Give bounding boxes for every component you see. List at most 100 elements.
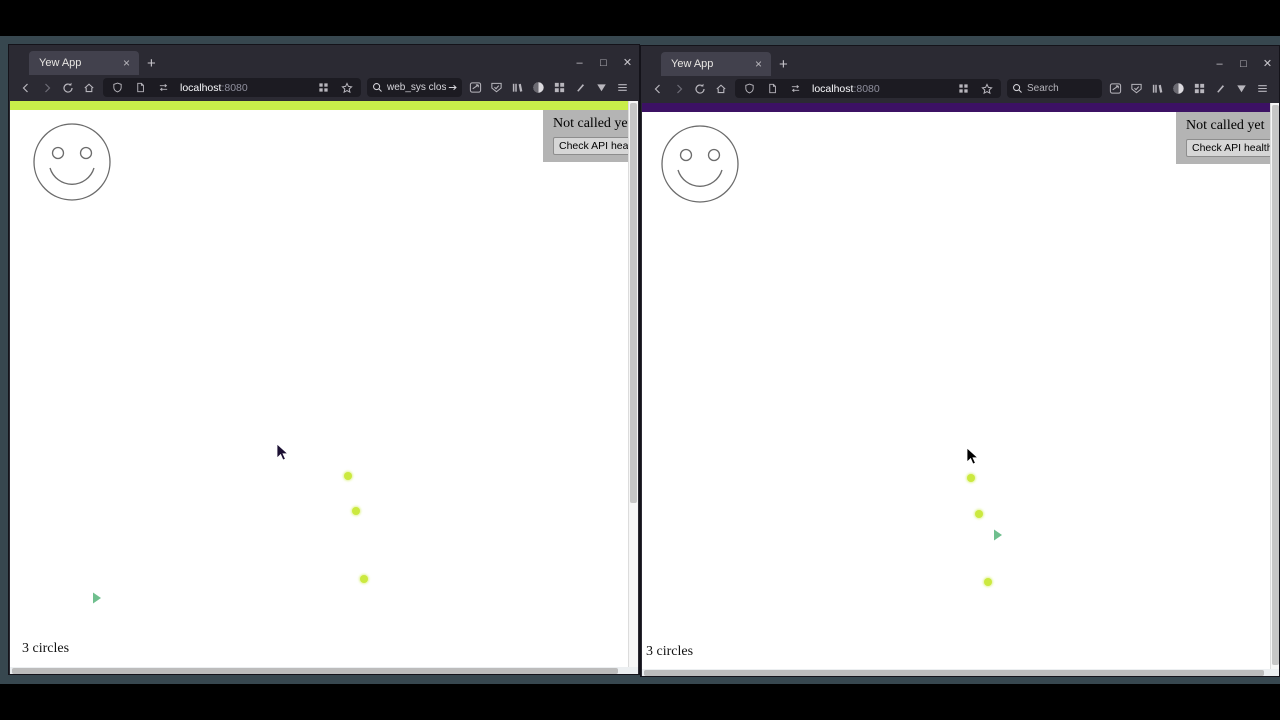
arrow-right-icon[interactable] xyxy=(446,82,458,94)
circle-dot[interactable] xyxy=(360,575,368,583)
circle-dot[interactable] xyxy=(975,510,983,518)
maximize-button[interactable]: □ xyxy=(598,58,609,69)
circle-dot[interactable] xyxy=(967,474,975,482)
vimium-icon[interactable] xyxy=(1231,78,1252,99)
vertical-scrollbar-thumb[interactable] xyxy=(630,103,637,503)
search-input[interactable]: Search xyxy=(1027,83,1098,94)
close-icon[interactable]: × xyxy=(752,58,765,70)
connection-icon[interactable] xyxy=(785,78,806,99)
navigation-toolbar-right: localhost:8080 Search xyxy=(641,76,1279,101)
page-icon[interactable] xyxy=(130,77,151,98)
extensions-icon[interactable] xyxy=(549,77,570,98)
api-status-text: Not called yet xyxy=(553,116,632,131)
smiley-face-icon xyxy=(28,118,116,211)
navigation-toolbar-left: localhost:8080 web_sys clos xyxy=(9,75,639,100)
horizontal-scrollbar-thumb[interactable] xyxy=(644,670,1264,676)
back-arrow-icon[interactable] xyxy=(15,77,36,98)
browser-window-right: Yew App × + – □ ✕ localhost:8080 Search … xyxy=(640,45,1280,677)
home-icon[interactable] xyxy=(78,77,99,98)
vimium-icon[interactable] xyxy=(591,77,612,98)
horizontal-scrollbar-right[interactable] xyxy=(642,669,1279,676)
library-icon[interactable] xyxy=(507,77,528,98)
search-icon xyxy=(1011,83,1023,95)
vertical-scrollbar-thumb[interactable] xyxy=(1272,105,1279,665)
hamburger-menu-icon[interactable] xyxy=(1252,78,1273,99)
search-input[interactable]: web_sys clos xyxy=(387,82,446,93)
url-port: :8080 xyxy=(853,82,880,95)
close-icon[interactable]: × xyxy=(120,57,133,69)
new-tab-button[interactable]: + xyxy=(779,57,788,72)
close-window-button[interactable]: ✕ xyxy=(622,58,633,69)
hamburger-menu-icon[interactable] xyxy=(612,77,633,98)
vertical-scrollbar-left[interactable] xyxy=(628,101,638,667)
star-icon[interactable] xyxy=(336,77,357,98)
shield-icon[interactable] xyxy=(107,77,128,98)
circle-dot[interactable] xyxy=(984,578,992,586)
tab-title: Yew App xyxy=(39,57,82,69)
shield-check-icon[interactable] xyxy=(1126,78,1147,99)
shield-check-icon[interactable] xyxy=(486,77,507,98)
check-api-health-button[interactable]: Check API health xyxy=(1186,139,1279,157)
tab-title: Yew App xyxy=(671,58,714,70)
api-health-panel-right: Not called yet Check API health xyxy=(1176,112,1279,164)
url-host: localhost xyxy=(180,81,222,94)
pointer-arrow-cursor xyxy=(966,447,980,467)
forward-arrow-icon[interactable] xyxy=(36,77,57,98)
close-window-button[interactable]: ✕ xyxy=(1262,59,1273,70)
star-icon[interactable] xyxy=(976,78,997,99)
api-health-panel-left: Not called yet Check API health xyxy=(543,110,638,162)
home-icon[interactable] xyxy=(710,78,731,99)
horizontal-scrollbar-thumb[interactable] xyxy=(12,668,618,674)
forward-arrow-icon[interactable] xyxy=(668,78,689,99)
search-bar-left[interactable]: web_sys clos xyxy=(367,78,462,97)
url-text: localhost:8080 xyxy=(180,82,311,94)
address-bar-right[interactable]: localhost:8080 xyxy=(735,79,1001,98)
circle-dot[interactable] xyxy=(344,472,352,480)
minimize-button[interactable]: – xyxy=(574,58,585,69)
address-bar-left[interactable]: localhost:8080 xyxy=(103,78,361,97)
play-triangle-cursor xyxy=(992,528,1004,542)
maximize-button[interactable]: □ xyxy=(1238,59,1249,70)
tab-yew-app-left[interactable]: Yew App × xyxy=(29,51,139,75)
browser-window-left: Yew App × + – □ ✕ localhost:8080 web_sys… xyxy=(8,44,640,675)
reload-icon[interactable] xyxy=(57,77,78,98)
search-icon xyxy=(371,82,383,94)
pointer-arrow-cursor xyxy=(276,443,290,463)
play-triangle-cursor xyxy=(91,591,103,605)
shield-icon[interactable] xyxy=(739,78,760,99)
circle-count-status-left: 3 circles xyxy=(22,641,70,656)
new-tab-button[interactable]: + xyxy=(147,56,156,71)
account-circle-icon[interactable] xyxy=(528,77,549,98)
url-text: localhost:8080 xyxy=(812,83,951,95)
page-viewport-left: Not called yet Check API health 3 circle… xyxy=(10,101,638,674)
minimize-button[interactable]: – xyxy=(1214,59,1225,70)
title-bar-left: Yew App × + – □ ✕ xyxy=(9,45,639,75)
pick-tool-icon[interactable] xyxy=(1210,78,1231,99)
back-arrow-icon[interactable] xyxy=(647,78,668,99)
extensions-icon[interactable] xyxy=(1189,78,1210,99)
url-host: localhost xyxy=(812,82,854,95)
horizontal-scrollbar-left[interactable] xyxy=(10,667,638,674)
check-api-health-button[interactable]: Check API health xyxy=(553,137,638,155)
account-circle-icon[interactable] xyxy=(1168,78,1189,99)
extensions-grid-icon[interactable] xyxy=(953,78,974,99)
circle-count-status-right: 3 circles xyxy=(646,644,694,659)
api-status-text: Not called yet xyxy=(1186,118,1265,133)
circle-dot[interactable] xyxy=(352,507,360,515)
connection-icon[interactable] xyxy=(153,77,174,98)
page-icon[interactable] xyxy=(762,78,783,99)
tab-yew-app-right[interactable]: Yew App × xyxy=(661,52,771,76)
vertical-scrollbar-right[interactable] xyxy=(1270,103,1279,669)
extensions-grid-icon[interactable] xyxy=(313,77,334,98)
pocket-save-icon[interactable] xyxy=(465,77,486,98)
page-accent-bar-left xyxy=(10,101,638,110)
smiley-face-icon xyxy=(656,120,744,213)
reload-icon[interactable] xyxy=(689,78,710,99)
screen: Yew App × + – □ ✕ localhost:8080 web_sys… xyxy=(0,0,1280,720)
search-bar-right[interactable]: Search xyxy=(1007,79,1102,98)
library-icon[interactable] xyxy=(1147,78,1168,99)
window-controls-left: – □ ✕ xyxy=(574,58,633,69)
page-viewport-right: Not called yet Check API health 3 circle… xyxy=(642,103,1279,676)
pocket-save-icon[interactable] xyxy=(1105,78,1126,99)
pick-tool-icon[interactable] xyxy=(570,77,591,98)
